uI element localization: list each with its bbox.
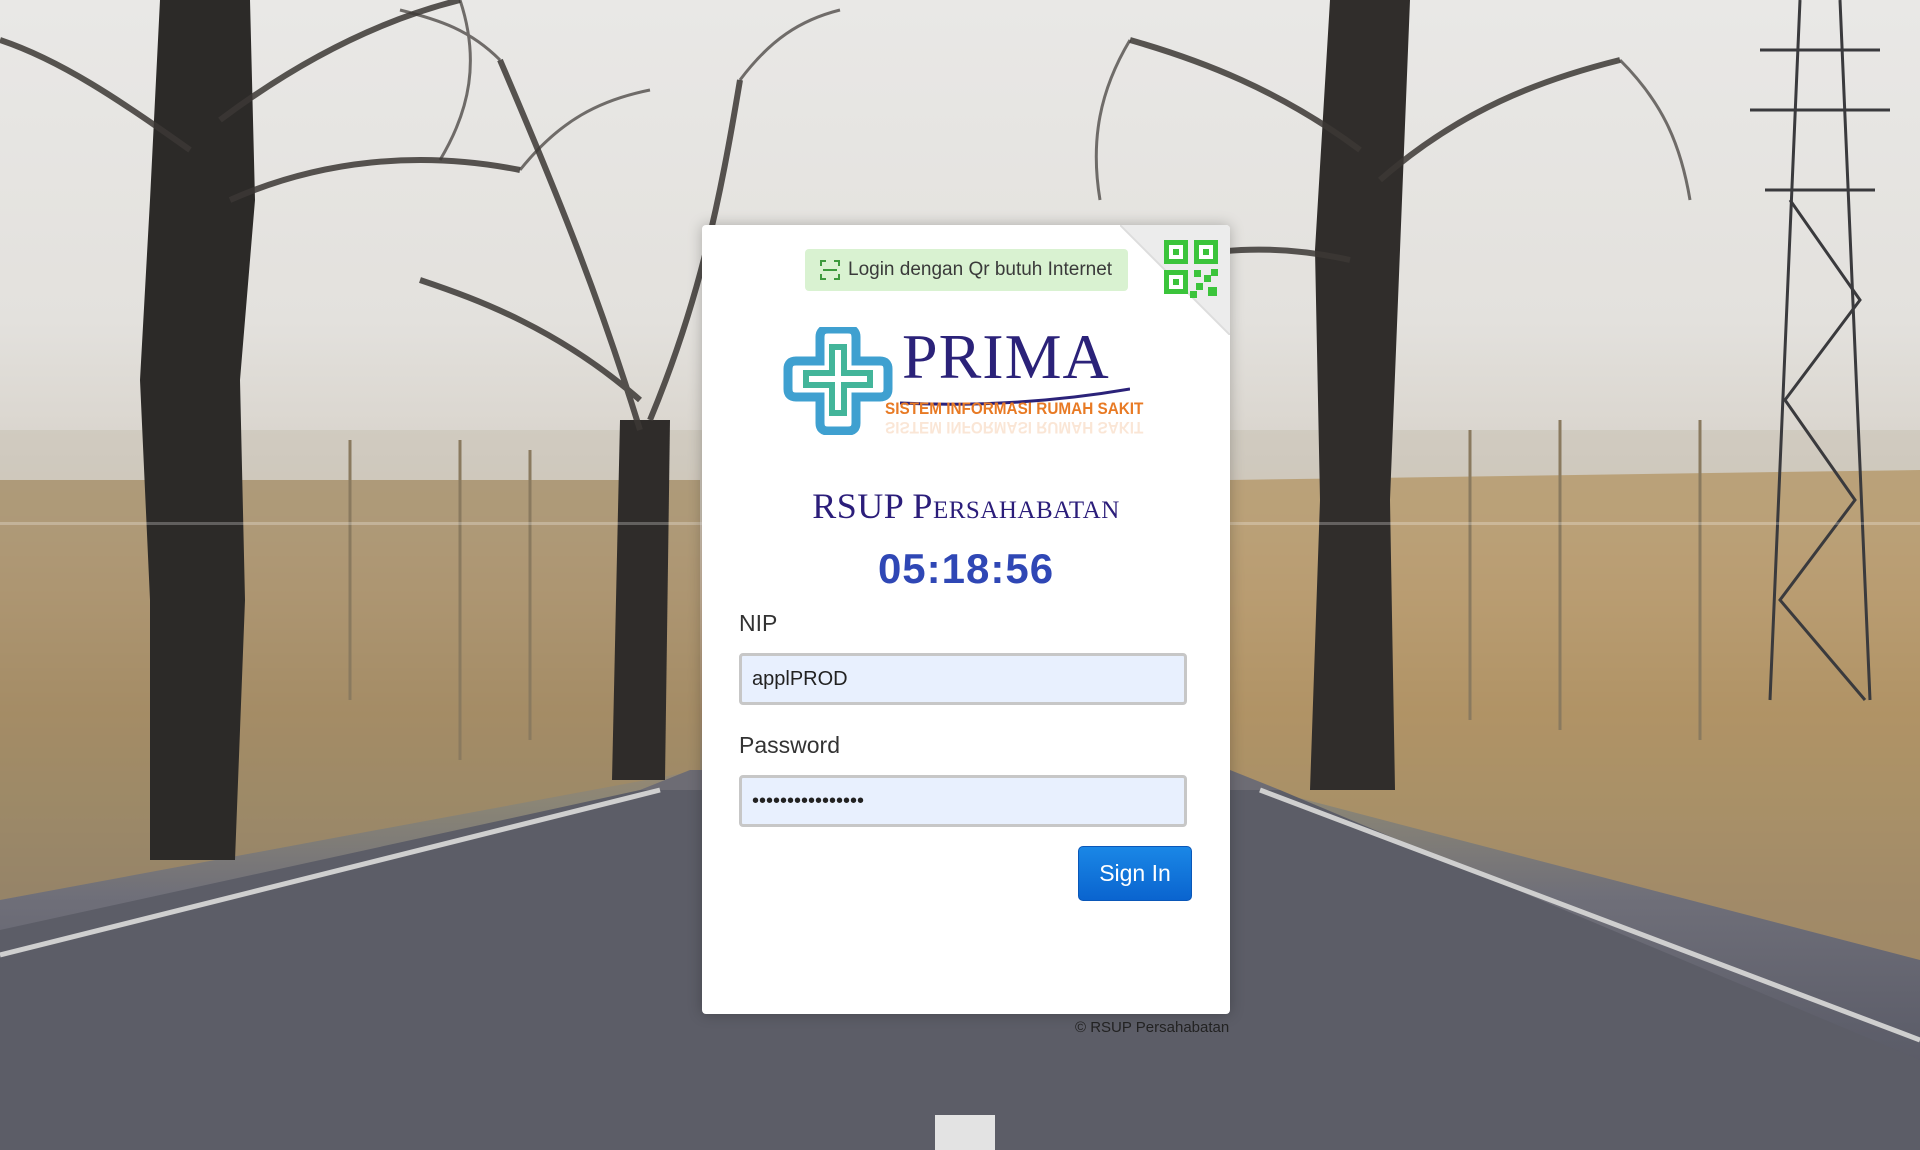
prima-logo: PRIMA SISTEM INFORMASI RUMAH SAKIT SISTE…: [782, 315, 1152, 445]
logo-title: PRIMA: [902, 321, 1110, 392]
logo-subtitle: SISTEM INFORMASI RUMAH SAKIT: [885, 399, 1144, 418]
logo-subtitle-reflection: SISTEM INFORMASI RUMAH SAKIT: [885, 418, 1144, 437]
clock: 05:18:56: [877, 545, 1055, 592]
password-input[interactable]: [739, 775, 1187, 827]
hospital-name: RSUP Persahabatan: [812, 486, 1120, 526]
nip-label: NIP: [739, 610, 778, 636]
login-card: Login dengan Qr butuh Internet PRIMA SIS…: [702, 225, 1230, 1014]
sign-in-button[interactable]: Sign In: [1078, 846, 1192, 901]
password-label: Password: [739, 732, 840, 758]
medical-cross-logo-icon: [783, 327, 893, 435]
qr-login-tooltip[interactable]: Login dengan Qr butuh Internet: [805, 249, 1129, 291]
qr-login-label: Login dengan Qr butuh Internet: [848, 259, 1113, 280]
nip-input[interactable]: [739, 653, 1187, 705]
footer-copyright: © RSUP Persahabatan: [1075, 1019, 1230, 1036]
scan-icon: [820, 260, 840, 280]
